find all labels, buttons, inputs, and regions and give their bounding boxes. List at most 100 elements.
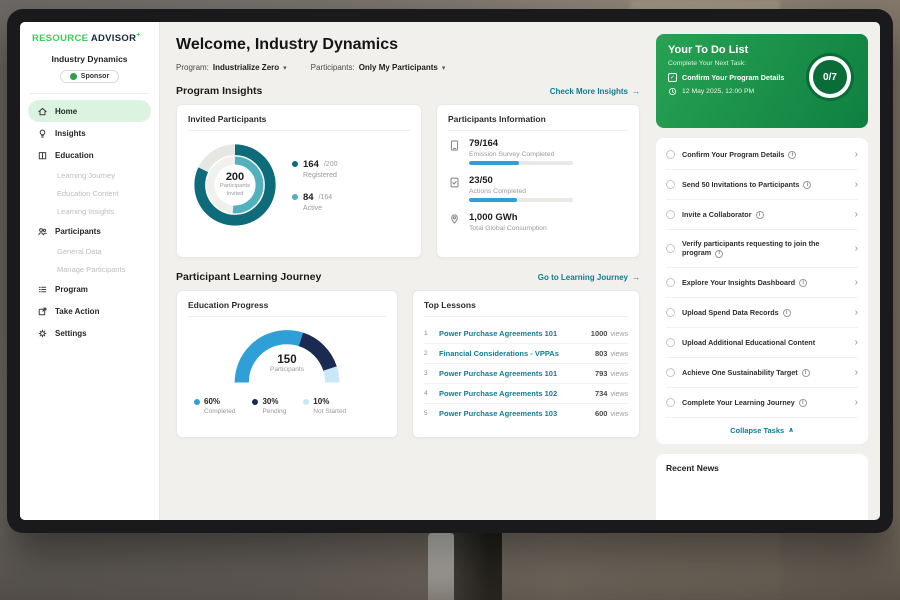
task-item[interactable]: Verify participants requesting to join t… <box>666 230 858 268</box>
task-item[interactable]: Achieve One Sustainability Targeti › <box>666 358 858 388</box>
gauge-center-value: 150 <box>225 354 349 366</box>
lesson-link[interactable]: Power Purchase Agreements 102 <box>439 389 588 398</box>
lesson-link[interactable]: Financial Considerations - VPPAs <box>439 349 588 358</box>
go-to-learning-journey-link[interactable]: Go to Learning Journey → <box>538 273 640 282</box>
task-checkbox[interactable] <box>666 338 675 347</box>
bulb-icon <box>37 128 48 139</box>
task-checkbox[interactable] <box>666 244 675 253</box>
recent-news-title: Recent News <box>666 463 719 473</box>
sidebar: RESOURCE ADVISOR+ Industry Dynamics Spon… <box>20 22 160 520</box>
participants-filter[interactable]: Participants: Only My Participants ▾ <box>311 63 446 72</box>
task-item[interactable]: Send 50 Invitations to Participantsi › <box>666 170 858 200</box>
task-item[interactable]: Invite a Collaboratori › <box>666 200 858 230</box>
sidebar-item-general-data[interactable]: General Data <box>28 242 151 260</box>
legend-item-active: 84 /164 Active <box>292 192 337 212</box>
invited-donut-chart: 200 Participants Invited <box>188 138 282 232</box>
people-icon <box>37 226 48 237</box>
invited-legend: 164 /200 Registered 84 /164 <box>292 159 337 212</box>
chevron-right-icon[interactable]: › <box>855 367 858 378</box>
task-checkbox[interactable] <box>666 278 675 287</box>
lesson-row: 5 Power Purchase Agreements 103 600views <box>424 404 628 423</box>
task-item[interactable]: Upload Additional Educational Content › <box>666 328 858 358</box>
lesson-link[interactable]: Power Purchase Agreements 101 <box>439 329 584 338</box>
lesson-views: 793views <box>595 369 628 378</box>
program-filter[interactable]: Program: Industrialize Zero ▾ <box>176 63 287 72</box>
collapse-tasks-link[interactable]: Collapse Tasks ∧ <box>666 418 858 444</box>
sidebar-item-settings[interactable]: Settings <box>28 322 151 344</box>
chevron-right-icon[interactable]: › <box>855 337 858 348</box>
task-item[interactable]: Confirm Your Program Detailsi › <box>666 140 858 170</box>
chevron-right-icon[interactable]: › <box>855 149 858 160</box>
task-item[interactable]: Upload Spend Data Recordsi › <box>666 298 858 328</box>
org-name: Industry Dynamics <box>28 54 151 64</box>
info-icon[interactable]: i <box>803 181 811 189</box>
dashboard-screen: RESOURCE ADVISOR+ Industry Dynamics Spon… <box>20 22 880 520</box>
arrow-right-icon: → <box>632 273 640 282</box>
action-arrow-icon <box>37 306 48 317</box>
logo-advisor: ADVISOR+ <box>91 33 141 44</box>
list-icon <box>37 284 48 295</box>
logo-plus: + <box>136 32 140 39</box>
section-title: Participant Learning Journey <box>176 271 321 283</box>
sidebar-item-label: Settings <box>55 329 87 338</box>
lesson-link[interactable]: Power Purchase Agreements 103 <box>439 409 588 418</box>
sidebar-item-education-content[interactable]: Education Content <box>28 184 151 202</box>
legend-item-registered: 164 /200 Registered <box>292 159 337 179</box>
page-title: Welcome, Industry Dynamics <box>176 36 640 54</box>
clock-icon <box>668 87 677 96</box>
task-checkbox[interactable] <box>666 180 675 189</box>
sidebar-item-program[interactable]: Program <box>28 278 151 300</box>
monitor-bezel: RESOURCE ADVISOR+ Industry Dynamics Spon… <box>7 9 893 533</box>
info-icon[interactable]: i <box>788 151 796 159</box>
lesson-row: 1 Power Purchase Agreements 101 1000view… <box>424 324 628 344</box>
task-checkbox[interactable] <box>666 368 675 377</box>
education-legend: 60% Completed 30% Pending 10% Not Starte… <box>188 397 386 415</box>
chevron-right-icon[interactable]: › <box>855 277 858 288</box>
participants-information-card: Participants Information 79/164 Emission… <box>436 104 640 258</box>
task-checkbox[interactable] <box>666 308 675 317</box>
lesson-views: 600views <box>595 409 628 418</box>
card-title: Invited Participants <box>188 114 410 131</box>
sidebar-item-insights[interactable]: Insights <box>28 122 151 144</box>
lesson-rank: 3 <box>424 370 432 377</box>
sidebar-item-home[interactable]: Home <box>28 100 151 122</box>
sidebar-item-participants[interactable]: Participants <box>28 220 151 242</box>
task-checkbox[interactable] <box>666 210 675 219</box>
sidebar-item-manage-participants[interactable]: Manage Participants <box>28 260 151 278</box>
legend-dot <box>194 399 200 405</box>
logo-resource: RESOURCE <box>32 33 88 44</box>
chevron-right-icon[interactable]: › <box>855 243 858 254</box>
chevron-right-icon[interactable]: › <box>855 209 858 220</box>
info-icon[interactable]: i <box>756 211 764 219</box>
task-checkbox[interactable] <box>666 150 675 159</box>
education-progress-card: Education Progress 150 Participants <box>176 290 398 438</box>
chevron-right-icon[interactable]: › <box>855 307 858 318</box>
app-logo: RESOURCE ADVISOR+ <box>28 32 151 44</box>
info-icon[interactable]: i <box>799 399 807 407</box>
lesson-link[interactable]: Power Purchase Agreements 101 <box>439 369 588 378</box>
chevron-right-icon[interactable]: › <box>855 179 858 190</box>
todo-progress-ring: 0/7 <box>804 51 856 103</box>
legend-dot <box>252 399 258 405</box>
task-item[interactable]: Explore Your Insights Dashboardi › <box>666 268 858 298</box>
program-filter-label: Program: <box>176 63 209 72</box>
sidebar-item-learning-journey[interactable]: Learning Journey <box>28 166 151 184</box>
actions-progress-bar <box>469 198 573 202</box>
sidebar-item-label: Participants <box>55 227 101 236</box>
task-checkbox[interactable] <box>666 398 675 407</box>
check-more-insights-link[interactable]: Check More Insights → <box>550 87 640 96</box>
sidebar-item-learning-insights[interactable]: Learning Insights <box>28 202 151 220</box>
info-icon[interactable]: i <box>802 369 810 377</box>
sidebar-item-education[interactable]: Education <box>28 144 151 166</box>
task-item[interactable]: Complete Your Learning Journeyi › <box>666 388 858 418</box>
info-icon[interactable]: i <box>799 279 807 287</box>
sidebar-item-take-action[interactable]: Take Action <box>28 300 151 322</box>
education-gauge-chart: 150 Participants <box>225 324 349 390</box>
info-icon[interactable]: i <box>783 309 791 317</box>
todo-panel: Your To Do List Complete Your Next Task:… <box>654 22 880 520</box>
gear-icon <box>37 328 48 339</box>
chevron-up-icon: ∧ <box>788 426 794 434</box>
chevron-right-icon[interactable]: › <box>855 397 858 408</box>
info-icon[interactable]: i <box>715 250 723 258</box>
lesson-views: 1000views <box>591 329 628 338</box>
